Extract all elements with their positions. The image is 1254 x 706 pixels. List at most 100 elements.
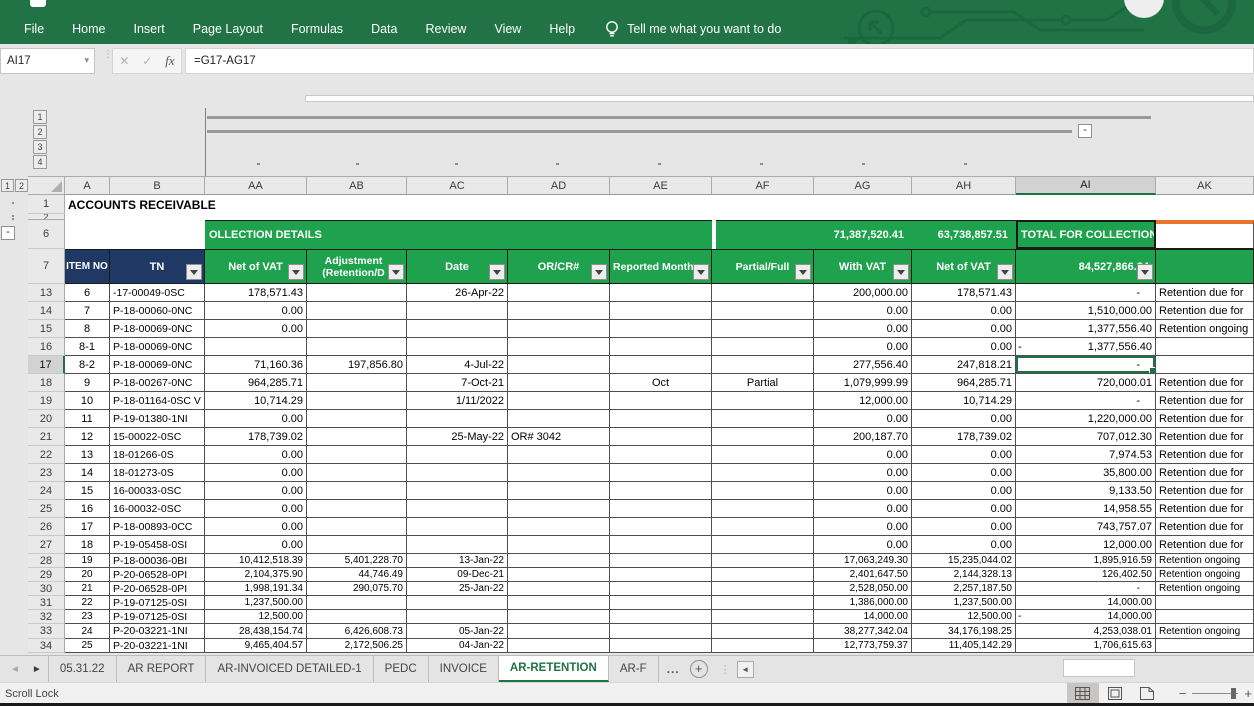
outline-collapse-button[interactable]: -: [1078, 124, 1092, 138]
cell-ah-33[interactable]: 34,176,198.25: [912, 624, 1016, 639]
cell-af-17[interactable]: [712, 356, 814, 374]
cell-aa-27[interactable]: 0.00: [205, 536, 307, 554]
cell-tn-19[interactable]: P-18-01164-0SC V: [110, 392, 205, 410]
cell-tn-25[interactable]: 16-00032-0SC: [110, 500, 205, 518]
cell-ai-34[interactable]: 1,706,615.63: [1016, 639, 1156, 653]
cell-ag-19[interactable]: 12,000.00: [814, 392, 912, 410]
cell-ah-18[interactable]: 964,285.71: [912, 374, 1016, 392]
cell-ab-27[interactable]: [307, 536, 407, 554]
cell-ak-33[interactable]: Retention ongoing: [1156, 624, 1254, 639]
filter-dropdown-icon[interactable]: [489, 264, 505, 280]
cell-tn-29[interactable]: P-20-06528-0PI: [110, 568, 205, 582]
cell-ae-28[interactable]: [610, 554, 712, 568]
ribbon-tab-insert[interactable]: Insert: [120, 18, 179, 40]
cell-ae-27[interactable]: [610, 536, 712, 554]
cell-tn-17[interactable]: P-18-00069-0NC: [110, 356, 205, 374]
cell-item-24[interactable]: 15: [65, 482, 110, 500]
cell-ad-16[interactable]: [508, 338, 610, 356]
sheet-tab-ar-retention[interactable]: AR-RETENTION: [498, 656, 609, 682]
cell-ab-28[interactable]: 5,401,228.70: [307, 554, 407, 568]
filter-dropdown-icon[interactable]: [997, 264, 1013, 280]
cell-ab-26[interactable]: [307, 518, 407, 536]
cell-tn-27[interactable]: P-19-05458-0SI: [110, 536, 205, 554]
cell-ae-14[interactable]: [610, 302, 712, 320]
row-number-34[interactable]: 34: [28, 639, 65, 653]
row-number-22[interactable]: 22: [28, 446, 65, 464]
row-number-24[interactable]: 24: [28, 482, 65, 500]
sheet-tab-ar-invoiced-detailed-1[interactable]: AR-INVOICED DETAILED-1: [206, 656, 374, 682]
header-remarks[interactable]: [1156, 249, 1254, 284]
cell-ab-21[interactable]: [307, 428, 407, 446]
cell-ai-26[interactable]: 743,757.07: [1016, 518, 1156, 536]
cell-ae-31[interactable]: [610, 596, 712, 610]
cell-item-26[interactable]: 17: [65, 518, 110, 536]
row-number-29[interactable]: 29: [28, 568, 65, 582]
cell-item-18[interactable]: 9: [65, 374, 110, 392]
cell-aa-26[interactable]: 0.00: [205, 518, 307, 536]
cell-ae-20[interactable]: [610, 410, 712, 428]
cell-ad-24[interactable]: [508, 482, 610, 500]
cell-aa-25[interactable]: 0.00: [205, 500, 307, 518]
horizontal-scrollbar-thumb[interactable]: [1063, 659, 1135, 677]
cell-ak-27[interactable]: Retention due for: [1156, 536, 1254, 554]
cell-ak-20[interactable]: Retention due for: [1156, 410, 1254, 428]
filter-dropdown-icon[interactable]: [693, 264, 709, 280]
cell-aa-23[interactable]: 0.00: [205, 464, 307, 482]
cell-item-33[interactable]: 24: [65, 624, 110, 639]
row-number-16[interactable]: 16: [28, 338, 65, 356]
row-number-20[interactable]: 20: [28, 410, 65, 428]
cell-aa-32[interactable]: 12,500.00: [205, 610, 307, 624]
formula-input[interactable]: =G17-AG17: [185, 48, 1254, 74]
cancel-icon[interactable]: ✕: [119, 54, 129, 68]
cell-ab-23[interactable]: [307, 464, 407, 482]
cell-ab-14[interactable]: [307, 302, 407, 320]
cell-aa-13[interactable]: 178,571.43: [205, 284, 307, 302]
cell-tn-33[interactable]: P-20-03221-1NI: [110, 624, 205, 639]
cell-ai-17[interactable]: -: [1016, 356, 1156, 374]
collection-details-header[interactable]: OLLECTION DETAILS: [205, 220, 712, 249]
cell-blank[interactable]: [205, 195, 1254, 214]
cell-ah-15[interactable]: 0.00: [912, 320, 1016, 338]
cell-af-19[interactable]: [712, 392, 814, 410]
cell-ae-13[interactable]: [610, 284, 712, 302]
cell-ag-30[interactable]: 2,528,050.00: [814, 582, 912, 596]
row-number-14[interactable]: 14: [28, 302, 65, 320]
cell-ak-19[interactable]: Retention due for: [1156, 392, 1254, 410]
cell-ac-13[interactable]: 26-Apr-22: [407, 284, 508, 302]
cell-aa-29[interactable]: 2,104,375.90: [205, 568, 307, 582]
cell-ae-19[interactable]: [610, 392, 712, 410]
cell-item-28[interactable]: 19: [65, 554, 110, 568]
column-header-AC[interactable]: AC: [407, 176, 508, 195]
row-number-21[interactable]: 21: [28, 428, 65, 446]
cell-ah-22[interactable]: 0.00: [912, 446, 1016, 464]
cell-aa-15[interactable]: 0.00: [205, 320, 307, 338]
cell-ae-17[interactable]: [610, 356, 712, 374]
cell-tn-13[interactable]: -17-00049-0SC: [110, 284, 205, 302]
cell-ad-31[interactable]: [508, 596, 610, 610]
cell-ac-32[interactable]: [407, 610, 508, 624]
cell-ae-21[interactable]: [610, 428, 712, 446]
normal-view-button[interactable]: [1066, 683, 1099, 704]
cell-ah-28[interactable]: 15,235,044.02: [912, 554, 1016, 568]
cell-tn-22[interactable]: 18-01266-0S: [110, 446, 205, 464]
cell-af-29[interactable]: [712, 568, 814, 582]
cell-af-15[interactable]: [712, 320, 814, 338]
header-with-vat[interactable]: With VAT: [814, 249, 912, 284]
cell-ae-24[interactable]: [610, 482, 712, 500]
cell-ak-30[interactable]: Retention ongoing: [1156, 582, 1254, 596]
sheet-tab-ar-report[interactable]: AR REPORT: [117, 656, 207, 682]
cell-ad-20[interactable]: [508, 410, 610, 428]
cell-item-17[interactable]: 8-2: [65, 356, 110, 374]
column-header-A[interactable]: A: [65, 176, 110, 195]
cell-ac-14[interactable]: [407, 302, 508, 320]
cell-ai-24[interactable]: 9,133.50: [1016, 482, 1156, 500]
cell-aa-33[interactable]: 28,438,154.74: [205, 624, 307, 639]
cell-item-20[interactable]: 11: [65, 410, 110, 428]
cell-ah-20[interactable]: 0.00: [912, 410, 1016, 428]
cell-af-18[interactable]: Partial: [712, 374, 814, 392]
sheet-tab-invoice[interactable]: INVOICE: [429, 656, 499, 682]
filter-dropdown-icon[interactable]: [591, 264, 607, 280]
cell-ag-25[interactable]: 0.00: [814, 500, 912, 518]
cell-ai-14[interactable]: 1,510,000.00: [1016, 302, 1156, 320]
cell-tn-24[interactable]: 16-00033-0SC: [110, 482, 205, 500]
